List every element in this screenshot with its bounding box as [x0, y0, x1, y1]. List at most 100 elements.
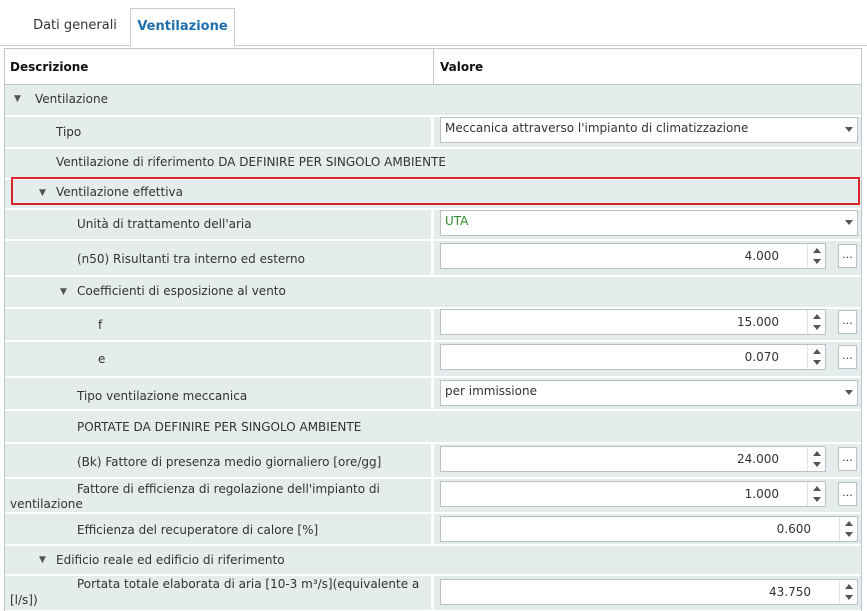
ellipsis-button[interactable]: ... — [838, 482, 857, 506]
category-row-ventilazione-effettiva[interactable]: ▼ Ventilazione effettiva — [5, 180, 861, 210]
spin-up-icon[interactable] — [845, 521, 853, 526]
spinner[interactable] — [807, 482, 825, 506]
triangle-down-icon[interactable]: ▼ — [39, 188, 46, 198]
spinner[interactable] — [807, 345, 825, 369]
row-label: (n50) Risultanti tra interno ed esterno — [77, 252, 305, 266]
desc-cell: Portata totale elaborata di aria [10-3 m… — [5, 576, 431, 610]
spinner[interactable] — [807, 244, 825, 268]
desc-cell: Tipo — [5, 117, 431, 147]
spin-up-icon[interactable] — [813, 451, 821, 456]
desc-cell: Efficienza del recuperatore di calore [%… — [5, 514, 431, 544]
value-cell: per immissione — [434, 378, 861, 409]
tipo-select[interactable]: Meccanica attraverso l'impianto di clima… — [440, 117, 858, 143]
spin-up-icon[interactable] — [845, 584, 853, 589]
bk-input[interactable]: 24.000 — [440, 446, 826, 472]
row-label: f — [98, 318, 103, 332]
value-cell: 43.750 — [434, 576, 861, 610]
row-label: Portata totale elaborata di aria [10-3 m… — [77, 577, 420, 591]
spin-down-icon[interactable] — [845, 532, 853, 537]
ellipsis-button[interactable]: ... — [838, 310, 857, 334]
spin-down-icon[interactable] — [845, 595, 853, 600]
spin-up-icon[interactable] — [813, 314, 821, 319]
f-input[interactable]: 15.000 — [440, 309, 826, 335]
spin-up-icon[interactable] — [813, 486, 821, 491]
row-label: Edificio reale ed edificio di riferiment… — [56, 553, 285, 567]
triangle-down-icon[interactable]: ▼ — [60, 287, 67, 297]
spinner[interactable] — [839, 517, 857, 541]
row-bg — [5, 85, 861, 115]
select-value: UTA — [445, 214, 469, 228]
property-row-tipo-meccanica: Tipo ventilazione meccanica per immissio… — [5, 378, 861, 411]
spin-down-icon[interactable] — [813, 259, 821, 264]
category-row-ventilazione[interactable]: ▼ Ventilazione — [5, 85, 861, 117]
fattore-efficienza-input[interactable]: 1.000 — [440, 481, 826, 507]
desc-cell: Unità di trattamento dell'aria — [5, 210, 431, 239]
row-label: e — [98, 352, 106, 366]
property-grid: Descrizione Valore ▼ Ventilazione Tipo M… — [4, 48, 862, 611]
spinner[interactable] — [839, 580, 857, 604]
value-cell: 15.000 ... — [434, 309, 861, 340]
chevron-down-icon[interactable] — [845, 390, 853, 395]
row-label: Unità di trattamento dell'aria — [77, 217, 252, 231]
value-cell: 0.600 — [434, 514, 861, 544]
value-cell: 1.000 ... — [434, 479, 861, 512]
input-value: 24.000 — [737, 452, 779, 466]
desc-cell: (Bk) Fattore di presenza medio giornalie… — [5, 444, 431, 477]
row-label: Efficienza del recuperatore di calore [%… — [77, 523, 319, 537]
header-valore: Valore — [440, 60, 484, 74]
property-row-tipo: Tipo Meccanica attraverso l'impianto di … — [5, 117, 861, 149]
desc-cell: f — [5, 309, 431, 340]
category-row-edificio[interactable]: ▼ Edificio reale ed edificio di riferime… — [5, 546, 861, 576]
spin-up-icon[interactable] — [813, 248, 821, 253]
row-label: Ventilazione di riferimento DA DEFINIRE … — [56, 155, 446, 169]
property-row-portata-totale: Portata totale elaborata di aria [10-3 m… — [5, 576, 861, 611]
row-label: Tipo ventilazione meccanica — [77, 389, 248, 403]
property-row-uta: Unità di trattamento dell'aria UTA — [5, 210, 861, 241]
input-value: 0.600 — [776, 522, 811, 536]
spin-down-icon[interactable] — [813, 325, 821, 330]
property-row-bk: (Bk) Fattore di presenza medio giornalie… — [5, 444, 861, 479]
category-row-coefficienti[interactable]: ▼ Coefficienti di esposizione al vento — [5, 277, 861, 309]
tab-dati-generali[interactable]: Dati generali — [16, 8, 134, 46]
spin-up-icon[interactable] — [813, 349, 821, 354]
spinner[interactable] — [807, 447, 825, 471]
recuperatore-input[interactable]: 0.600 — [440, 516, 858, 542]
spin-down-icon[interactable] — [813, 360, 821, 365]
desc-cell: Fattore di efficienza di regolazione del… — [5, 479, 431, 512]
value-cell: UTA — [434, 210, 861, 239]
ellipsis-button[interactable]: ... — [838, 447, 857, 471]
input-value: 4.000 — [744, 249, 779, 263]
grid-header: Descrizione Valore — [5, 49, 861, 85]
value-cell: 4.000 ... — [434, 241, 861, 275]
header-descrizione: Descrizione — [10, 60, 89, 74]
uta-select[interactable]: UTA — [440, 210, 858, 236]
row-label: Fattore di efficienza di regolazione del… — [77, 482, 380, 496]
portata-totale-input[interactable]: 43.750 — [440, 579, 858, 605]
chevron-down-icon[interactable] — [845, 220, 853, 225]
triangle-down-icon[interactable]: ▼ — [39, 555, 46, 565]
n50-input[interactable]: 4.000 — [440, 243, 826, 269]
row-label: Ventilazione effettiva — [56, 185, 184, 199]
property-row-e: e 0.070 ... — [5, 342, 861, 378]
header-divider — [433, 49, 434, 84]
desc-cell: (n50) Risultanti tra interno ed esterno — [5, 241, 431, 275]
chevron-down-icon[interactable] — [845, 127, 853, 132]
spinner[interactable] — [807, 310, 825, 334]
triangle-down-icon[interactable]: ▼ — [14, 94, 21, 104]
category-row-ventilazione-riferimento: Ventilazione di riferimento DA DEFINIRE … — [5, 149, 861, 180]
property-row-fattore-efficienza: Fattore di efficienza di regolazione del… — [5, 479, 861, 514]
tab-bar: Dati generali Ventilazione — [0, 0, 867, 47]
e-input[interactable]: 0.070 — [440, 344, 826, 370]
spin-down-icon[interactable] — [813, 497, 821, 502]
select-value: per immissione — [445, 384, 537, 398]
tab-ventilazione[interactable]: Ventilazione — [130, 8, 235, 47]
ellipsis-button[interactable]: ... — [838, 345, 857, 369]
tipo-meccanica-select[interactable]: per immissione — [440, 380, 858, 406]
input-value: 1.000 — [744, 487, 779, 501]
select-value: Meccanica attraverso l'impianto di clima… — [445, 121, 749, 135]
value-cell: 24.000 ... — [434, 444, 861, 477]
spin-down-icon[interactable] — [813, 462, 821, 467]
row-label-line2: [l/s]) — [10, 593, 38, 607]
ellipsis-button[interactable]: ... — [838, 244, 857, 268]
value-cell: 0.070 ... — [434, 342, 861, 376]
